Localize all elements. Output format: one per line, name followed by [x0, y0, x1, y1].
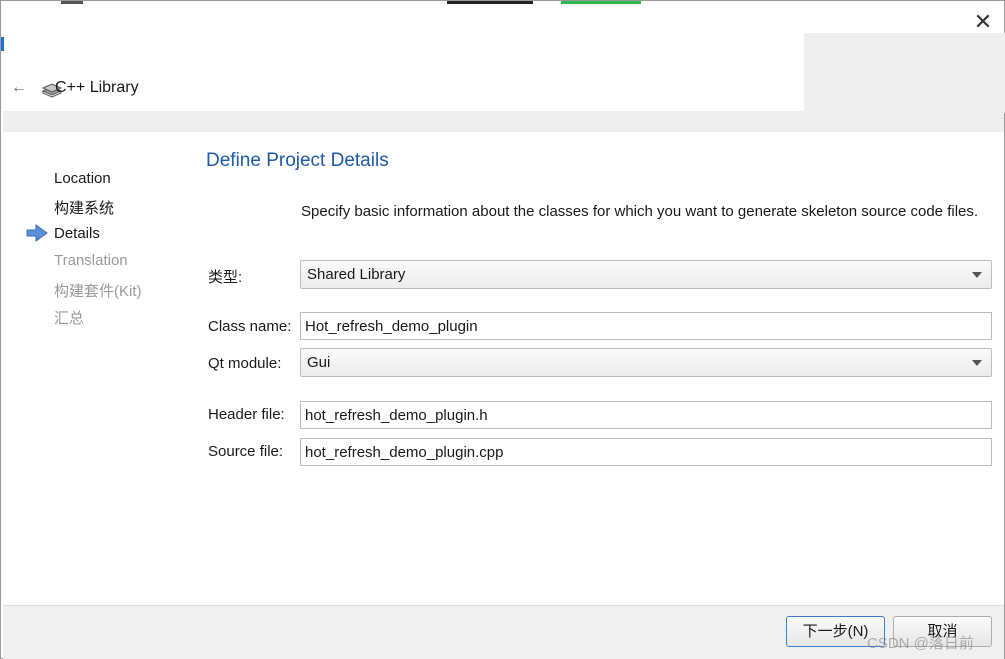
source-file-input[interactable] [300, 438, 992, 466]
qt-module-select[interactable]: Gui [300, 348, 992, 377]
header-side-panel [804, 33, 1005, 113]
close-icon[interactable]: ✕ [972, 11, 994, 33]
step-build-system: 构建系统 [54, 200, 115, 217]
wizard-window: ✕ ← C++ Library Location 构建系统 Details Tr… [0, 0, 1005, 659]
source-file-label: Source file: [208, 443, 284, 460]
step-details: Details [54, 225, 100, 242]
qt-module-label: Qt module: [208, 355, 282, 372]
chevron-down-icon [972, 360, 982, 366]
step-location: Location [54, 170, 111, 187]
background-window-strip [1, 1, 1005, 51]
qt-module-select-value: Gui [307, 354, 331, 371]
type-select[interactable]: Shared Library [300, 260, 992, 289]
page-description: Specify basic information about the clas… [301, 203, 979, 220]
chevron-down-icon [972, 272, 982, 278]
back-arrow-icon[interactable]: ← [11, 79, 27, 97]
class-name-label: Class name: [208, 318, 292, 335]
current-step-arrow-icon [26, 224, 48, 242]
header-file-input[interactable] [300, 401, 992, 429]
step-translation: Translation [54, 252, 128, 269]
step-summary: 汇总 [54, 310, 85, 327]
wizard-title: C++ Library [55, 79, 139, 96]
header-file-label: Header file: [208, 406, 285, 423]
step-kit: 构建套件(Kit) [54, 283, 142, 300]
watermark: CSDN @落日前 [867, 635, 974, 652]
page-title: Define Project Details [206, 150, 389, 171]
type-label: 类型: [208, 269, 243, 286]
header-band [3, 111, 1004, 132]
type-select-value: Shared Library [307, 266, 406, 283]
class-name-input[interactable] [300, 312, 992, 340]
